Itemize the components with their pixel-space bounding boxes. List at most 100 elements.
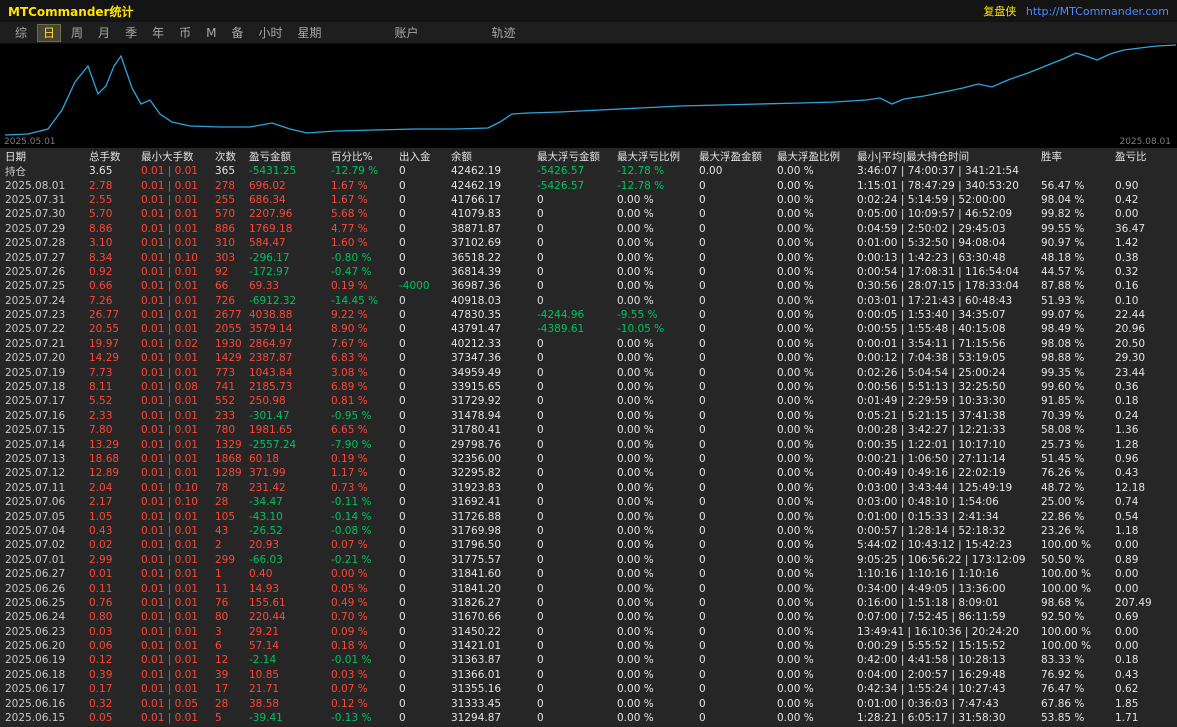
table-row[interactable]: 2025.07.31 2.55 0.01 | 0.01 255 686.34 1.67 %… — [0, 193, 1177, 207]
tab-季[interactable]: 季 — [120, 25, 142, 41]
column-header-win_rate[interactable]: 胜率 — [1041, 149, 1115, 164]
column-header-pnl[interactable]: 盈亏金额 — [249, 149, 331, 164]
table-row[interactable]: 2025.08.01 2.78 0.01 | 0.01 278 696.02 1.67 %… — [0, 178, 1177, 192]
table-row[interactable]: 2025.07.16 2.33 0.01 | 0.01 233 -301.47 -0.95… — [0, 409, 1177, 423]
account-tab[interactable]: 账户 — [390, 25, 424, 41]
table-row[interactable]: 2025.07.30 5.70 0.01 | 0.01 570 2207.96 5.68 … — [0, 207, 1177, 221]
cell-date: 2025.06.23 — [5, 625, 66, 638]
column-header-max_float_loss_pct[interactable]: 最大浮亏比例 — [617, 149, 699, 164]
column-header-max_float_profit[interactable]: 最大浮盈金额 — [699, 149, 777, 164]
cell-count: 17 — [215, 683, 229, 696]
cell-date: 2025.06.18 — [5, 668, 66, 681]
tab-周[interactable]: 周 — [66, 25, 88, 41]
cell-date: 2025.07.25 — [5, 280, 66, 293]
cell-pl_ratio: 0.54 — [1115, 510, 1139, 523]
tab-月[interactable]: 月 — [93, 25, 115, 41]
table-row[interactable]: 2025.06.20 0.06 0.01 | 0.01 6 57.14 0.18 % 0 31… — [0, 639, 1177, 653]
table-row[interactable]: 2025.07.25 0.66 0.01 | 0.01 66 69.33 0.19 % -4… — [0, 279, 1177, 293]
cell-max_float_profit_pct: 0.00 % — [777, 625, 814, 638]
cell-max_float_profit_pct: 0.00 % — [777, 712, 814, 725]
column-header-pct[interactable]: 百分比% — [331, 149, 399, 164]
cell-cash: 0 — [399, 697, 406, 710]
table-row[interactable]: 2025.07.12 12.89 0.01 | 0.01 1289 371.99 1.17… — [0, 466, 1177, 480]
tab-M[interactable]: M — [201, 25, 221, 41]
column-header-pl_ratio[interactable]: 盈亏比 — [1115, 149, 1175, 164]
table-row[interactable]: 2025.07.04 0.43 0.01 | 0.01 43 -26.52 -0.08 %… — [0, 524, 1177, 538]
cell-cash: 0 — [399, 568, 406, 581]
cell-pct: 6.89 % — [331, 381, 368, 394]
cell-count: 78 — [215, 481, 229, 494]
table-row[interactable]: 2025.07.19 7.73 0.01 | 0.01 773 1043.84 3.08 … — [0, 365, 1177, 379]
cell-hold_time: 0:07:00 | 7:52:45 | 86:11:59 — [857, 611, 1006, 624]
cell-max_float_profit_pct: 0.00 % — [777, 352, 814, 365]
table-row[interactable]: 2025.06.26 0.11 0.01 | 0.01 11 14.93 0.05 % 0 3… — [0, 581, 1177, 595]
cell-max_float_profit: 0 — [699, 352, 706, 365]
table-row[interactable]: 2025.07.18 8.11 0.01 | 0.08 741 2185.73 6.89 … — [0, 380, 1177, 394]
table-row[interactable]: 2025.07.13 18.68 0.01 | 0.01 1868 60.18 0.19 … — [0, 452, 1177, 466]
table-row[interactable]: 2025.07.26 0.92 0.01 | 0.01 92 -172.97 -0.47 … — [0, 265, 1177, 279]
cell-pl_ratio: 0.24 — [1115, 409, 1139, 422]
table-row[interactable]: 2025.06.23 0.03 0.01 | 0.01 3 29.21 0.09 % 0 31… — [0, 625, 1177, 639]
column-header-lots[interactable]: 总手数 — [89, 149, 141, 164]
trajectory-tab[interactable]: 轨迹 — [487, 25, 521, 41]
cell-win_rate: 44.57 % — [1041, 265, 1085, 278]
cell-max_float_loss_pct: -9.55 % — [617, 309, 658, 322]
cell-win_rate: 70.39 % — [1041, 409, 1085, 422]
table-row[interactable]: 2025.07.14 13.29 0.01 | 0.01 1329 -2557.24 -7… — [0, 437, 1177, 451]
column-header-cash[interactable]: 出入金 — [399, 149, 451, 164]
cell-lots: 2.04 — [89, 481, 113, 494]
cell-max_float_profit_pct: 0.00 % — [777, 453, 814, 465]
table-row[interactable]: 2025.07.23 26.77 0.01 | 0.01 2677 4038.88 9.2… — [0, 308, 1177, 322]
brand-url-link[interactable]: http://MTCommander.com — [1026, 5, 1169, 18]
table-row[interactable]: 2025.06.15 0.05 0.01 | 0.01 5 -39.41 -0.13 % 0… — [0, 711, 1177, 725]
cell-pct: 0.70 % — [331, 611, 368, 624]
table-row[interactable]: 2025.06.16 0.32 0.01 | 0.05 28 38.58 0.12 % 0 3… — [0, 696, 1177, 710]
table-row[interactable]: 2025.06.19 0.12 0.01 | 0.01 12 -2.14 -0.01 % 0… — [0, 653, 1177, 667]
table-row[interactable]: 2025.07.15 7.80 0.01 | 0.01 780 1981.65 6.65 … — [0, 423, 1177, 437]
table-row[interactable]: 2025.07.02 0.02 0.01 | 0.01 2 20.93 0.07 % 0 31… — [0, 538, 1177, 552]
column-header-max_float_profit_pct[interactable]: 最大浮盈比例 — [777, 149, 857, 164]
table-row[interactable]: 2025.07.29 8.86 0.01 | 0.01 886 1769.18 4.77 … — [0, 222, 1177, 236]
title-bar: MTCommander统计 复盘侠 http://MTCommander.com — [0, 0, 1177, 22]
column-header-max_float_loss[interactable]: 最大浮亏金额 — [537, 149, 617, 164]
table-row[interactable]: 2025.07.01 2.99 0.01 | 0.01 299 -66.03 -0.21 … — [0, 553, 1177, 567]
cell-pl_ratio: 1.42 — [1115, 237, 1139, 250]
table-row[interactable]: 2025.06.24 0.80 0.01 | 0.01 80 220.44 0.70 % 0… — [0, 610, 1177, 624]
cell-cash: 0 — [399, 409, 406, 422]
tab-综[interactable]: 综 — [10, 25, 32, 41]
cell-max_float_profit: 0 — [699, 582, 706, 595]
tab-小时[interactable]: 小时 — [253, 25, 287, 41]
table-row[interactable]: 2025.07.05 1.05 0.01 | 0.01 105 -43.10 -0.14 … — [0, 509, 1177, 523]
table-row[interactable]: 2025.07.11 2.04 0.01 | 0.10 78 231.42 0.73 % 0… — [0, 481, 1177, 495]
table-row[interactable]: 2025.07.28 3.10 0.01 | 0.01 310 584.47 1.60 %… — [0, 236, 1177, 250]
table-row[interactable]: 2025.07.22 20.55 0.01 | 0.01 2055 3579.14 8.9… — [0, 322, 1177, 336]
table-row[interactable]: 2025.06.18 0.39 0.01 | 0.01 39 10.85 0.03 % 0 3… — [0, 668, 1177, 682]
table-row[interactable]: 持仓 3.65 0.01 | 0.01 365 -5431.25 -12.79 % 0 424… — [0, 164, 1177, 178]
table-row[interactable]: 2025.07.06 2.17 0.01 | 0.10 28 -34.47 -0.11 %… — [0, 495, 1177, 509]
tab-日[interactable]: 日 — [37, 23, 62, 42]
table-row[interactable]: 2025.06.27 0.01 0.01 | 0.01 1 0.40 0.00 % 0 318… — [0, 567, 1177, 581]
tab-年[interactable]: 年 — [147, 25, 169, 41]
cell-max_float_loss_pct: -12.78 % — [617, 165, 665, 178]
column-header-count[interactable]: 次数 — [215, 149, 249, 164]
cell-max_float_profit_pct: 0.00 % — [777, 366, 814, 379]
table-row[interactable]: 2025.07.24 7.26 0.01 | 0.01 726 -6912.32 -14.… — [0, 294, 1177, 308]
table-row[interactable]: 2025.07.20 14.29 0.01 | 0.01 1429 2387.87 6.8… — [0, 351, 1177, 365]
column-header-hold_time[interactable]: 最小|平均|最大持仓时间 — [857, 149, 1041, 164]
column-header-balance[interactable]: 余额 — [451, 149, 537, 164]
cell-cash: 0 — [399, 553, 406, 566]
tab-星期[interactable]: 星期 — [293, 25, 327, 41]
cell-max_float_profit: 0 — [699, 611, 706, 624]
table-row[interactable]: 2025.06.25 0.76 0.01 | 0.01 76 155.61 0.49 % 0… — [0, 596, 1177, 610]
tab-备[interactable]: 备 — [226, 25, 248, 41]
cell-count: 1868 — [215, 453, 242, 465]
table-row[interactable]: 2025.07.27 8.34 0.01 | 0.10 303 -296.17 -0.80… — [0, 250, 1177, 264]
cell-win_rate: 76.47 % — [1041, 683, 1085, 696]
column-header-minmax[interactable]: 最小大手数 — [141, 149, 215, 164]
table-row[interactable]: 2025.07.17 5.52 0.01 | 0.01 552 250.98 0.81 %… — [0, 394, 1177, 408]
tab-币[interactable]: 币 — [174, 25, 196, 41]
table-row[interactable]: 2025.07.21 19.97 0.01 | 0.02 1930 2864.97 7.6… — [0, 337, 1177, 351]
table-row[interactable]: 2025.06.17 0.17 0.01 | 0.01 17 21.71 0.07 % 0 3… — [0, 682, 1177, 696]
column-header-date[interactable]: 日期 — [5, 149, 89, 164]
brand-name: 复盘侠 — [983, 5, 1017, 18]
